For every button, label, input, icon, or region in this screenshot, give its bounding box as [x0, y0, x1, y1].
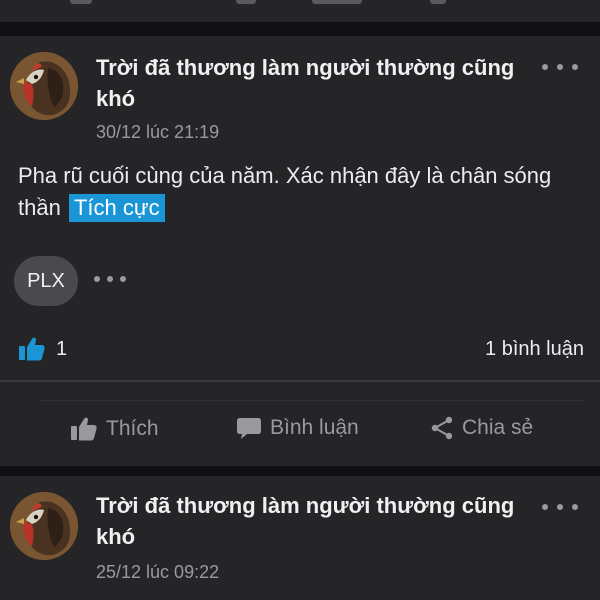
share-icon: [431, 416, 453, 440]
post-author[interactable]: Trời đã thương làm người thường cũng khó: [96, 490, 516, 552]
partial-share-icon: [430, 0, 446, 4]
thumbs-up-icon: [71, 417, 97, 441]
comment-button-label: Bình luận: [270, 416, 359, 439]
post-actions: Thích Bình luận Chia sẻ: [0, 412, 600, 452]
comment-icon: [237, 418, 261, 439]
more-icon-dot: [572, 504, 578, 510]
partial-comment-icon: [236, 0, 256, 4]
more-icon-dot: [542, 504, 548, 510]
ticker-chip[interactable]: PLX: [14, 256, 78, 306]
comment-button[interactable]: Bình luận: [236, 416, 359, 440]
more-icon-dot: [94, 276, 100, 282]
post-card: Trời đã thương làm người thường cũng khó…: [0, 476, 600, 600]
avatar[interactable]: [10, 52, 78, 120]
like-count: 1: [56, 337, 68, 360]
divider: [0, 380, 600, 382]
more-icon-dot: [557, 64, 563, 70]
divider: [40, 400, 584, 401]
avatar-rooster-image: [10, 492, 78, 560]
thumbs-up-icon: [19, 337, 45, 361]
post-timestamp: 25/12 lúc 09:22: [96, 562, 220, 582]
sentiment-tag[interactable]: Tích cực: [68, 194, 165, 222]
avatar[interactable]: [10, 492, 78, 560]
share-button-label: Chia sẻ: [462, 416, 534, 439]
share-button[interactable]: Chia sẻ: [430, 416, 533, 440]
more-icon-dot: [572, 64, 578, 70]
post-stats: 1 1 bình luận: [0, 332, 600, 368]
post-body: Pha rũ cuối cùng của năm. Xác nhận đây l…: [18, 160, 588, 224]
previous-post-action-bar: [0, 0, 600, 22]
partial-like-icon: [70, 0, 92, 4]
post-author[interactable]: Trời đã thương làm người thường cũng khó: [96, 52, 516, 114]
post-more-button[interactable]: [542, 60, 578, 74]
more-icon-dot: [120, 276, 126, 282]
like-button[interactable]: Thích: [70, 416, 159, 442]
partial-comment-label: [312, 0, 362, 4]
more-tickers-button[interactable]: [94, 272, 126, 286]
post-separator: [0, 466, 600, 476]
feed-screen: Trời đã thương làm người thường cũng khó…: [0, 0, 600, 600]
post-timestamp: 30/12 lúc 21:19: [96, 122, 220, 142]
post-separator: [0, 22, 600, 36]
avatar-rooster-image: [10, 52, 78, 120]
more-icon-dot: [542, 64, 548, 70]
comment-count[interactable]: 1 bình luận: [485, 338, 584, 361]
more-icon-dot: [107, 276, 113, 282]
more-icon-dot: [557, 504, 563, 510]
like-button-label: Thích: [106, 417, 159, 440]
post-card: Trời đã thương làm người thường cũng khó…: [0, 36, 600, 466]
post-more-button[interactable]: [542, 500, 578, 514]
like-summary[interactable]: 1: [18, 336, 67, 362]
